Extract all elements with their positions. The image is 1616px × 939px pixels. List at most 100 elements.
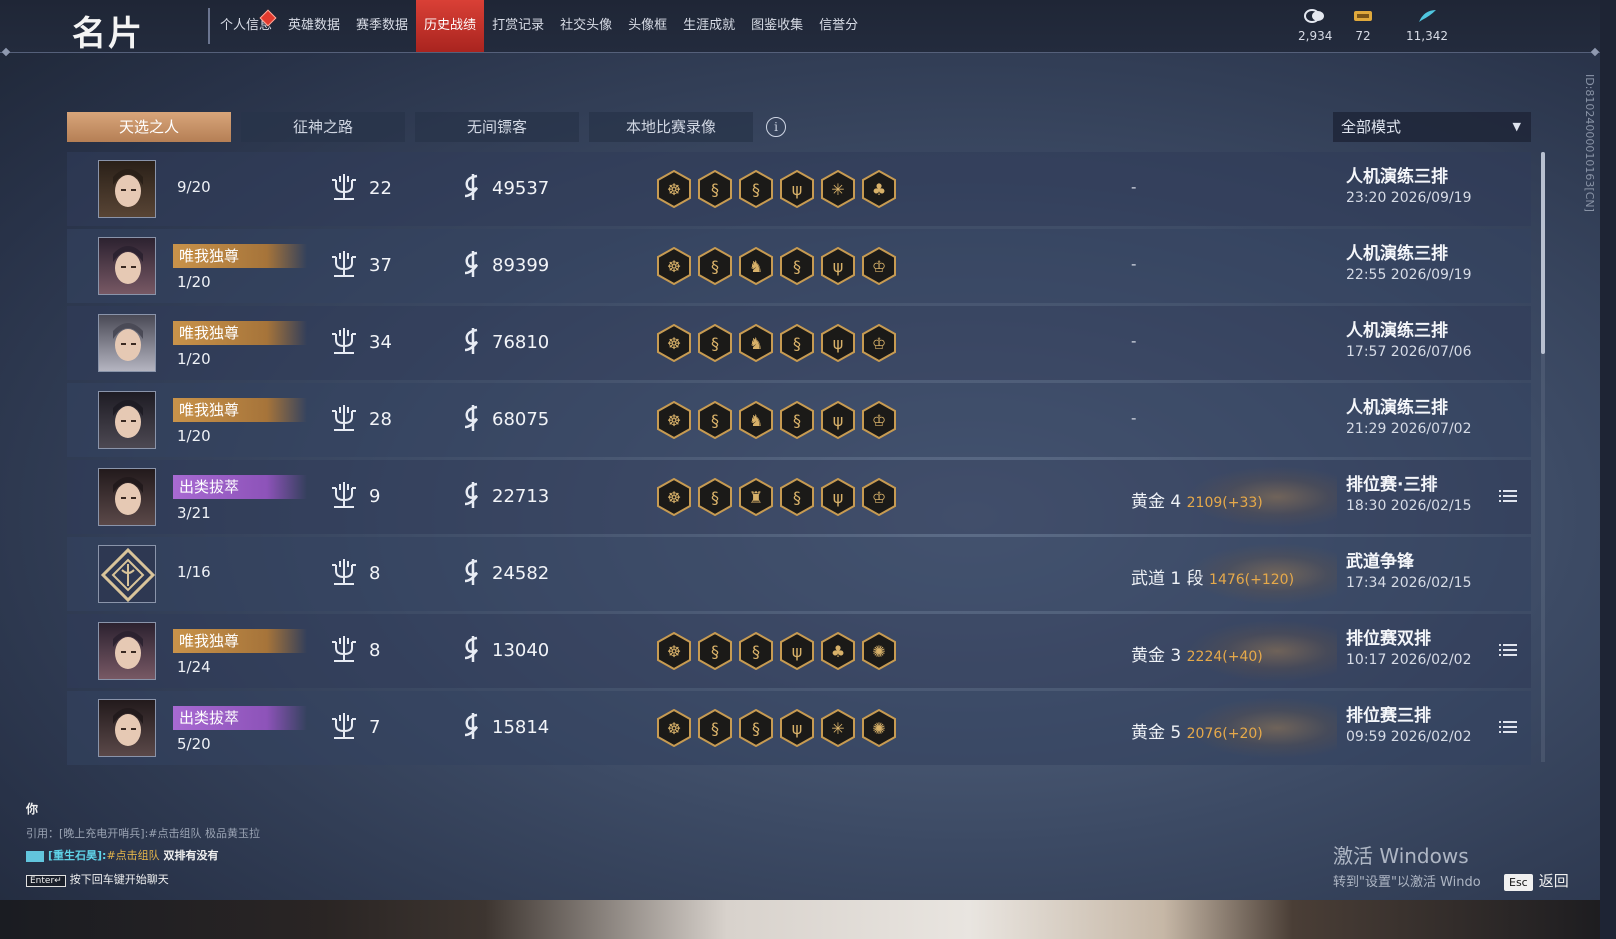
details-list-icon[interactable]: [1499, 488, 1517, 507]
match-row[interactable]: 唯我独尊 1/20 28 68075 ☸ § ♞ § ψ ♔ - 人机演练三排 21:29 2026/0…: [67, 383, 1531, 457]
match-row[interactable]: 唯我独尊 1/24 8 13040 ☸ § § ψ ♣ ✺ 黄金 3 2224(+40) 排位赛双排 1…: [67, 614, 1531, 688]
honor-tag: 出类拔萃: [173, 475, 307, 499]
rank-tier: 武道 1 段 1476(+120): [1131, 564, 1294, 589]
enter-key-icon: Enter↵: [26, 875, 66, 887]
rank-points: 1476(+120): [1209, 572, 1295, 588]
kills-value: 22: [369, 178, 392, 199]
svg-text:♔: ♔: [872, 488, 886, 507]
details-list-icon[interactable]: [1499, 719, 1517, 738]
back-button[interactable]: Esc 返回: [1504, 870, 1569, 891]
coin-icon: [461, 557, 485, 591]
match-row[interactable]: 出类拔萃 3/21 9 22713 ☸ § ♜ § ψ ♔ 黄金 4 2109(+33) 排位赛·三排…: [67, 460, 1531, 534]
dragon-item-icon: §: [780, 477, 814, 520]
item-icons: ☸ § § ψ ✳ ♣: [657, 169, 896, 212]
nav-tab-label: 信誉分: [819, 18, 859, 33]
scrollbar[interactable]: [1541, 152, 1545, 354]
rank-tier-name: 黄金 5: [1131, 723, 1187, 743]
trident-item-icon: ψ: [821, 477, 855, 520]
trophy-icon: [330, 711, 358, 745]
svg-text:♞: ♞: [749, 334, 763, 353]
game-mode: 人机演练三排: [1346, 321, 1448, 341]
nav-tab-3[interactable]: 历史战绩: [416, 0, 485, 52]
item-icons: ☸ § ♜ § ψ ♔: [657, 477, 896, 520]
hero-avatar: [98, 468, 156, 526]
player-id: ID:8102400001016​3[CN]: [1583, 74, 1596, 212]
tab-0[interactable]: 天选之人: [67, 112, 231, 142]
match-time: 10:17 2026/02/02: [1346, 652, 1472, 668]
nav-tab-2[interactable]: 赛季数据: [348, 0, 416, 52]
crown-item-icon: ♔: [862, 400, 896, 443]
dragon-item-icon: §: [739, 631, 773, 674]
match-time: 17:57 2026/07/06: [1346, 344, 1472, 360]
ticket-icon: [1352, 8, 1374, 29]
game-mode: 人机演练三排: [1346, 167, 1448, 187]
lion-item-icon: ☸: [657, 169, 691, 212]
placement: 1/16: [177, 563, 211, 581]
nav-tab-5[interactable]: 社交头像: [552, 0, 620, 52]
tab-1[interactable]: 征神之路: [241, 112, 405, 142]
star-item-icon: ✳: [821, 169, 855, 212]
rank-tier: -: [1131, 178, 1137, 196]
svg-text:§: §: [711, 642, 719, 661]
coin-icon: [461, 249, 485, 283]
nav-tab-1[interactable]: 英雄数据: [280, 0, 348, 52]
svg-text:ψ: ψ: [792, 719, 803, 738]
nav-tab-0[interactable]: 个人信息: [212, 0, 280, 52]
chat-text: 双排有没有: [159, 849, 219, 862]
chat-quote: 引用：[晚上充电开哨兵]:#点击组队 极品黄玉拉: [26, 827, 261, 840]
tab-2[interactable]: 无间镖客: [415, 112, 579, 142]
match-row[interactable]: 唯我独尊 1/20 34 76810 ☸ § ♞ § ψ ♔ - 人机演练三排 17:57 2026/0…: [67, 306, 1531, 380]
rank-tier: -: [1131, 332, 1137, 350]
hero-avatar: [98, 622, 156, 680]
dragon-item-icon: §: [780, 323, 814, 366]
nav-tab-4[interactable]: 打赏记录: [484, 0, 552, 52]
svg-text:§: §: [793, 257, 801, 276]
mode-select-value: 全部模式: [1341, 118, 1402, 136]
lion-item-icon: ☸: [657, 708, 691, 751]
svg-text:☸: ☸: [667, 642, 681, 661]
svg-text:☸: ☸: [667, 180, 681, 199]
coin-icon: [1304, 8, 1326, 29]
chat-hint[interactable]: Enter↵ 按下回车键开始聊天: [26, 871, 260, 887]
match-row[interactable]: 1/16 8 24582 武道 1 段 1476(+120) 武道争锋 17:34 202…: [67, 537, 1531, 611]
nav-tab-6[interactable]: 头像框: [620, 0, 675, 52]
item-icons: ☸ § ♞ § ψ ♔: [657, 246, 896, 289]
details-list-icon[interactable]: [1499, 642, 1517, 661]
match-row[interactable]: 唯我独尊 1/20 37 89399 ☸ § ♞ § ψ ♔ - 人机演练三排 22:55 2026/0…: [67, 229, 1531, 303]
chat-hint-text: 按下回车键开始聊天: [69, 873, 169, 886]
chevron-down-icon: ▼: [1512, 120, 1521, 133]
kills-value: 9: [369, 486, 381, 507]
trident-item-icon: ψ: [821, 400, 855, 443]
gold-value: 49537: [492, 178, 550, 199]
nav-tab-7[interactable]: 生涯成就: [675, 0, 743, 52]
nav-tab-label: 英雄数据: [288, 18, 341, 33]
rank-points: 2076(+20): [1186, 726, 1263, 742]
svg-text:☸: ☸: [667, 411, 681, 430]
match-time: 23:20 2026/09/19: [1346, 190, 1472, 206]
svg-text:✳: ✳: [831, 180, 844, 199]
placement: 3/21: [177, 504, 211, 522]
nav-tab-9[interactable]: 信誉分: [811, 0, 866, 52]
nav-tab-label: 打赏记录: [492, 18, 545, 33]
match-time: 21:29 2026/07/02: [1346, 421, 1472, 437]
kills-value: 28: [369, 409, 392, 430]
rank-tier: -: [1131, 409, 1137, 427]
lion-item-icon: ☸: [657, 323, 691, 366]
activation-title: 激活 Windows: [1333, 844, 1469, 868]
mode-select[interactable]: 全部模式 ▼: [1333, 112, 1531, 142]
trident-item-icon: ψ: [821, 323, 855, 366]
chat-sender[interactable]: [重生石昊]:: [48, 849, 106, 862]
chat-team-link[interactable]: #点击组队: [106, 849, 159, 862]
svg-text:§: §: [793, 411, 801, 430]
cluster-item-icon: ♣: [862, 169, 896, 212]
tab-3[interactable]: 本地比赛录像: [589, 112, 753, 142]
info-icon[interactable]: i: [766, 117, 786, 137]
match-row[interactable]: 9/20 22 49537 ☸ § § ψ ✳ ♣ - 人机演练三排 23:20 2026/09/19: [67, 152, 1531, 226]
nav-tab-8[interactable]: 图鉴收集: [743, 0, 811, 52]
honor-tag: 唯我独尊: [173, 629, 307, 653]
game-mode: 排位赛三排: [1346, 706, 1431, 726]
match-row[interactable]: 出类拔萃 5/20 7 15814 ☸ § § ψ ✳ ✺ 黄金 5 2076(+20) 排位赛三排 0…: [67, 691, 1531, 765]
trident-item-icon: ψ: [780, 631, 814, 674]
placement: 1/24: [177, 658, 211, 676]
svg-text:§: §: [711, 488, 719, 507]
